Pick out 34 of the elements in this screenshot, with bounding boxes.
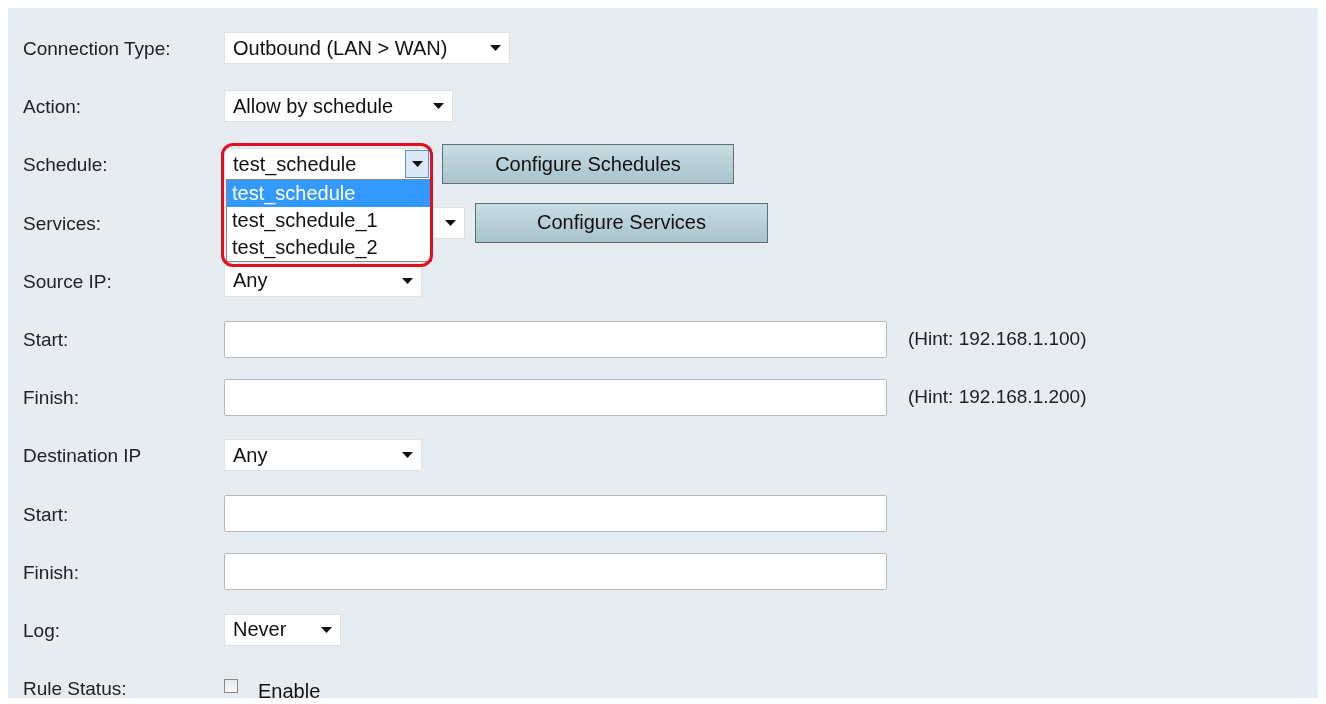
field-label: Connection Type:	[23, 37, 172, 61]
caret-icon	[444, 219, 456, 226]
caret-icon	[411, 161, 423, 168]
caret-icon	[489, 45, 501, 52]
field-label: Source IP:	[23, 269, 113, 293]
configure-button[interactable]: Configure Schedules	[442, 144, 734, 185]
dropdown-select[interactable]: Allow by schedule	[224, 90, 453, 123]
ip-input-field[interactable]	[224, 320, 887, 358]
caret-icon	[401, 277, 413, 284]
field-label: Action:	[23, 95, 83, 119]
ip-input-field[interactable]	[224, 378, 887, 416]
ip-input-field[interactable]	[224, 553, 887, 591]
caret-icon	[320, 626, 332, 633]
field-label: Log:	[23, 618, 61, 642]
field-label: Services:	[23, 211, 103, 235]
field-label: Finish:	[23, 560, 80, 584]
field-label: Finish:	[23, 386, 80, 410]
dropdown-select[interactable]: test_schedule	[224, 148, 432, 181]
hint-text: (Hint: 192.168.1.100)	[908, 328, 1087, 351]
caret-icon	[432, 103, 444, 110]
field-label: Destination IP	[23, 444, 143, 468]
caret-icon	[401, 452, 413, 459]
field-label: Start:	[23, 328, 70, 352]
configure-button[interactable]: Configure Services	[475, 202, 768, 243]
dropdown-select[interactable]: Any	[224, 439, 422, 472]
hint-text: (Hint: 192.168.1.200)	[908, 386, 1087, 409]
field-label: Schedule:	[23, 153, 109, 177]
field-label: Rule Status:	[23, 677, 128, 701]
checkbox[interactable]	[224, 679, 238, 694]
field-label: Start:	[23, 502, 70, 526]
checkbox-label: Enable	[258, 678, 321, 703]
ip-input-field[interactable]	[224, 495, 887, 533]
dropdown-select[interactable]: Never	[224, 613, 341, 646]
dropdown-select[interactable]: Outbound (LAN > WAN)	[224, 32, 510, 65]
